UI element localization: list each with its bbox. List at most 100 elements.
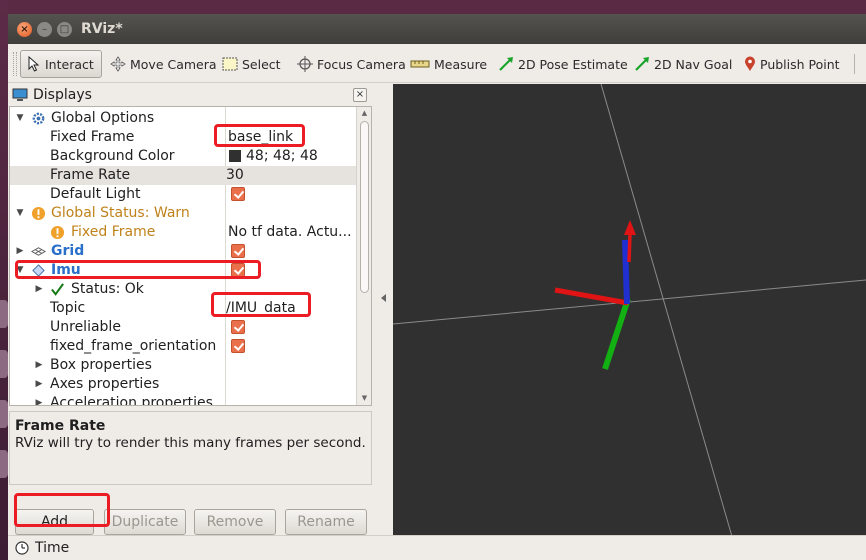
close-panel-button[interactable]: × [353, 88, 367, 102]
collapse-arrow-icon[interactable]: ▶ [34, 280, 44, 299]
3d-viewport[interactable] [393, 84, 866, 540]
tree-row-frame-rate[interactable]: Frame Rate 30 [10, 166, 356, 185]
tree-scrollbar[interactable]: ▲ ▼ [356, 107, 371, 405]
default-light-checkbox[interactable] [231, 187, 245, 201]
tool-measure-button[interactable]: Measure [404, 50, 493, 78]
row-name: Acceleration properties [50, 395, 213, 406]
grid-enabled-checkbox[interactable] [231, 244, 245, 258]
launcher-item[interactable] [0, 400, 8, 428]
row-name: Fixed Frame [50, 129, 135, 145]
collapse-arrow-icon[interactable]: ▶ [34, 394, 44, 405]
tool-interact-button[interactable]: Interact [20, 50, 102, 78]
tree-row-imu-status[interactable]: ▶ Status: Ok [10, 280, 356, 299]
rename-display-button[interactable]: Rename [285, 509, 367, 535]
tree-row-topic[interactable]: Topic /IMU_data [10, 299, 356, 318]
displays-tree[interactable]: ▼ Global Options Fixed Frame base_link B… [9, 106, 372, 406]
ruler-icon [410, 60, 430, 68]
tool-label: 2D Pose Estimate [518, 56, 628, 72]
grid-icon [31, 247, 46, 256]
launcher-item[interactable] [0, 450, 8, 478]
row-name: Global Options [51, 110, 155, 126]
toolbar-grip[interactable] [13, 52, 17, 76]
collapse-arrow-icon[interactable]: ▶ [34, 375, 44, 394]
scroll-up-icon[interactable]: ▲ [360, 109, 369, 117]
row-name: Status: Ok [71, 281, 144, 297]
scrollbar-thumb[interactable] [360, 121, 369, 293]
tree-row-acceleration-properties[interactable]: ▶ Acceleration properties [10, 394, 356, 406]
tree-row-global-status[interactable]: ▼ Global Status: Warn [10, 204, 356, 223]
tree-row-unreliable[interactable]: Unreliable [10, 318, 356, 337]
viewport-scene [393, 84, 866, 540]
tool-move-camera-button[interactable]: Move Camera [104, 50, 223, 78]
expand-arrow-icon[interactable]: ▼ [15, 109, 25, 128]
row-name: Default Light [50, 186, 141, 202]
remove-display-button[interactable]: Remove [194, 509, 276, 535]
green-arrow-icon [635, 57, 649, 71]
unreliable-checkbox[interactable] [231, 320, 245, 334]
tree-row-fixed-frame[interactable]: Fixed Frame base_link [10, 128, 356, 147]
tree-row-status-fixed-frame[interactable]: Fixed Frame No tf data. Actu... [10, 223, 356, 242]
time-label: Time [35, 540, 70, 556]
expand-arrow-icon[interactable]: ▼ [15, 261, 25, 280]
row-name: Background Color [50, 148, 175, 164]
fixed-frame-orientation-checkbox[interactable] [231, 339, 245, 353]
displays-header: Displays × [8, 84, 373, 106]
focus-crosshair-icon [297, 56, 313, 72]
time-panel[interactable]: Time [8, 535, 866, 560]
row-name: Grid [51, 243, 85, 259]
tree-row-fixed-frame-orientation[interactable]: fixed_frame_orientation [10, 337, 356, 356]
row-name: Fixed Frame [71, 224, 156, 240]
launcher-item[interactable] [0, 300, 8, 328]
maximize-window-button[interactable]: □ [57, 22, 72, 37]
expand-arrow-icon[interactable]: ▼ [15, 204, 25, 223]
tree-row-axes-properties[interactable]: ▶ Axes properties [10, 375, 356, 394]
close-window-button[interactable]: × [17, 22, 32, 37]
monitor-icon [12, 88, 28, 101]
tree-row-default-light[interactable]: Default Light [10, 185, 356, 204]
imu-enabled-checkbox[interactable] [231, 263, 245, 277]
tree-row-imu[interactable]: ▼ Imu [10, 261, 356, 280]
displays-panel: Displays × ▼ Global Options Fixed Frame … [8, 84, 373, 560]
displays-title: Displays [33, 87, 92, 103]
tool-publish-point-button[interactable]: Publish Point [738, 50, 846, 78]
tree-row-grid[interactable]: ▶ Grid [10, 242, 356, 261]
collapse-arrow-icon[interactable]: ▶ [34, 356, 44, 375]
tool-label: 2D Nav Goal [654, 56, 733, 72]
tool-select-button[interactable]: Select [216, 50, 287, 78]
collapse-arrow-icon[interactable]: ▶ [15, 242, 25, 261]
scroll-down-icon[interactable]: ▼ [360, 394, 369, 402]
panel-splitter[interactable] [373, 84, 393, 540]
tree-row-background-color[interactable]: Background Color 48; 48; 48 [10, 147, 356, 166]
tool-2d-pose-estimate-button[interactable]: 2D Pose Estimate [492, 50, 634, 78]
row-name: Global Status: Warn [51, 205, 190, 221]
checkmark-icon [51, 283, 64, 296]
tool-2d-nav-goal-button[interactable]: 2D Nav Goal [628, 50, 738, 78]
tree-row-box-properties[interactable]: ▶ Box properties [10, 356, 356, 375]
frame-rate-value[interactable]: 30 [226, 166, 244, 185]
tool-label: Select [242, 56, 281, 72]
warning-icon [50, 225, 65, 240]
duplicate-display-button[interactable]: Duplicate [104, 509, 186, 535]
imu-icon [32, 264, 45, 277]
title-bar: × – □ RViz* [8, 14, 866, 44]
row-name: Box properties [50, 357, 152, 373]
row-name: fixed_frame_orientation [50, 338, 217, 354]
status-message: No tf data. Actu... [228, 224, 352, 240]
tool-focus-camera-button[interactable]: Focus Camera [291, 50, 412, 78]
color-swatch[interactable] [229, 150, 241, 162]
rviz-window: × – □ RViz* Interact Move Camera Select … [8, 14, 866, 560]
x-axis-marker [554, 287, 629, 306]
background-color-value[interactable]: 48; 48; 48 [246, 147, 318, 166]
collapse-left-icon[interactable] [381, 294, 386, 302]
topic-value[interactable]: /IMU_data [226, 299, 296, 318]
row-name: Axes properties [50, 376, 160, 392]
window-title: RViz* [81, 21, 123, 37]
launcher-item[interactable] [0, 350, 8, 378]
minimize-window-button[interactable]: – [37, 22, 52, 37]
fixed-frame-value[interactable]: base_link [228, 128, 293, 147]
tree-row-global-options[interactable]: ▼ Global Options [10, 109, 356, 128]
tool-label: Interact [45, 56, 94, 72]
add-display-button[interactable]: Add [15, 509, 94, 535]
warning-icon [31, 206, 46, 221]
toolbar: Interact Move Camera Select Focus Camera… [8, 45, 866, 83]
